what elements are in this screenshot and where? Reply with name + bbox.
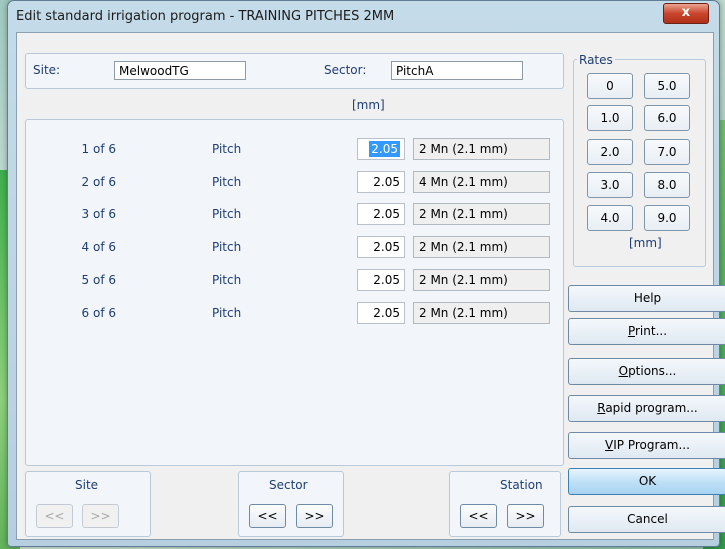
station-nav-group: Station << >> — [449, 471, 561, 537]
sector-next-button[interactable]: >> — [296, 504, 333, 528]
rates-unit-label: [mm] — [629, 236, 662, 250]
station-rate-input[interactable]: 2.05 — [357, 171, 405, 193]
station-next-button[interactable]: >> — [507, 504, 544, 528]
station-program-display: 2 Mn (2.1 mm) — [413, 203, 550, 225]
station-nav-title: Station — [500, 478, 543, 492]
station-program-display: 2 Mn (2.1 mm) — [413, 269, 550, 291]
site-next-button[interactable]: >> — [82, 504, 119, 528]
station-type: Pitch — [212, 142, 242, 156]
stations-panel: 1 of 6 Pitch 2.05 2 Mn (2.1 mm) 2 of 6 P… — [25, 119, 564, 466]
station-number: 5 of 6 — [81, 273, 116, 287]
vip-label: IP Program... — [613, 438, 690, 452]
sector-label: Sector: — [324, 63, 367, 77]
station-rate-input[interactable]: 2.05 — [357, 302, 405, 324]
rapid-label: apid program... — [605, 401, 698, 415]
station-number: 4 of 6 — [81, 240, 116, 254]
station-program-display: 4 Mn (2.1 mm) — [413, 171, 550, 193]
rate-button[interactable]: 3.0 — [587, 172, 633, 198]
rate-button[interactable]: 2.0 — [587, 139, 633, 165]
station-number: 3 of 6 — [81, 207, 116, 221]
station-rate-input[interactable]: 2.05 — [357, 203, 405, 225]
rapid-program-button[interactable]: Rapid program... — [568, 395, 725, 422]
site-nav-title: Site — [75, 478, 99, 492]
rate-button[interactable]: 4.0 — [587, 205, 633, 231]
window-title: Edit standard irrigation program - TRAIN… — [16, 9, 395, 24]
options-mnemonic: O — [618, 364, 629, 378]
sector-field[interactable]: PitchA — [391, 61, 523, 80]
cancel-button[interactable]: Cancel — [568, 506, 725, 533]
station-prev-button[interactable]: << — [460, 504, 497, 528]
dialog-client: Site: MelwoodTG Sector: PitchA [mm] 1 of… — [16, 32, 725, 540]
sector-prev-button[interactable]: << — [249, 504, 286, 528]
site-label: Site: — [33, 63, 61, 77]
print-label: rint... — [635, 324, 668, 338]
options-button[interactable]: Options... — [568, 358, 725, 385]
site-nav-group: Site << >> — [25, 471, 151, 537]
dialog-window: Edit standard irrigation program - TRAIN… — [7, 0, 725, 547]
station-rate-input[interactable]: 2.05 — [357, 236, 405, 258]
station-number: 1 of 6 — [81, 142, 116, 156]
station-type: Pitch — [212, 207, 242, 221]
station-type: Pitch — [212, 175, 242, 189]
vip-program-button[interactable]: VIP Program... — [568, 432, 725, 459]
site-field[interactable]: MelwoodTG — [114, 61, 246, 80]
print-button[interactable]: Print... — [568, 318, 725, 345]
sector-nav-title: Sector — [269, 478, 308, 492]
options-label: ptions... — [628, 364, 677, 378]
rate-button[interactable]: 9.0 — [644, 205, 690, 231]
close-button[interactable]: x — [663, 3, 709, 24]
station-number: 2 of 6 — [81, 175, 116, 189]
station-number: 6 of 6 — [81, 306, 116, 320]
station-type: Pitch — [212, 306, 242, 320]
title-bar: Edit standard irrigation program - TRAIN… — [8, 1, 719, 31]
station-type: Pitch — [212, 240, 242, 254]
rate-unit-label: [mm] — [352, 98, 385, 112]
station-program-display: 2 Mn (2.1 mm) — [413, 302, 550, 324]
print-mnemonic: P — [627, 324, 635, 338]
station-rate-input[interactable]: 2.05 — [357, 269, 405, 291]
rate-button[interactable]: 0 — [587, 73, 633, 99]
rate-button[interactable]: 5.0 — [644, 73, 690, 99]
station-rate-input[interactable]: 2.05 — [357, 138, 405, 160]
site-sector-panel: Site: MelwoodTG Sector: PitchA — [25, 53, 564, 89]
help-button[interactable]: Help — [568, 285, 725, 312]
rate-button[interactable]: 6.0 — [644, 105, 690, 131]
ok-button[interactable]: OK — [568, 468, 725, 495]
station-type: Pitch — [212, 273, 242, 287]
rate-button[interactable]: 1.0 — [587, 105, 633, 131]
rate-button[interactable]: 7.0 — [644, 139, 690, 165]
station-program-display: 2 Mn (2.1 mm) — [413, 236, 550, 258]
rates-title: Rates — [577, 53, 615, 67]
station-rate-value: 2.05 — [369, 141, 400, 157]
rate-button[interactable]: 8.0 — [644, 172, 690, 198]
sector-nav-group: Sector << >> — [238, 471, 344, 537]
site-prev-button[interactable]: << — [36, 504, 73, 528]
station-program-display: 2 Mn (2.1 mm) — [413, 138, 550, 160]
